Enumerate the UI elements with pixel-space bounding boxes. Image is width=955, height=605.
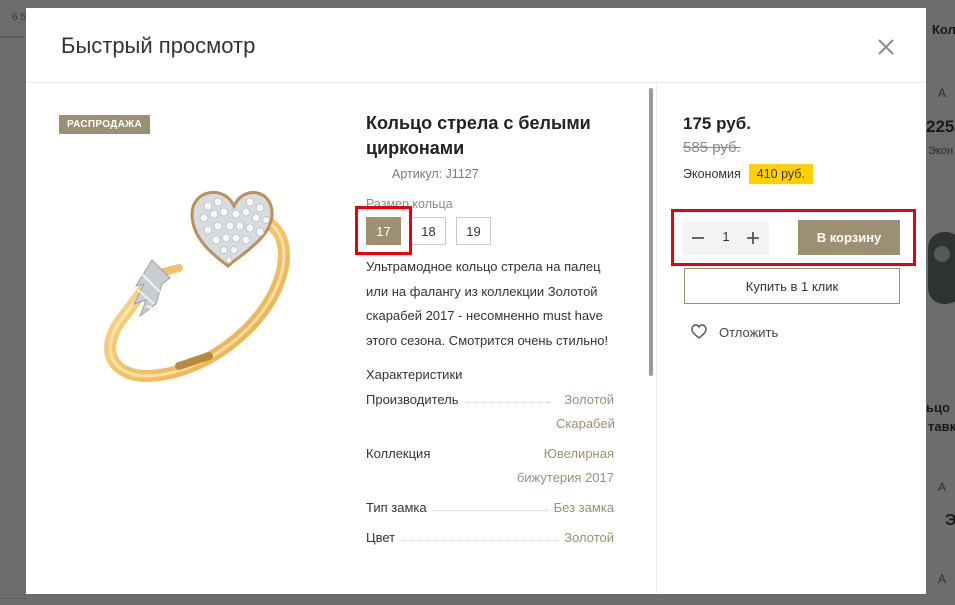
spec-dots — [432, 496, 548, 511]
savings: Экономия 410 руб. — [683, 164, 903, 184]
spec-dots — [464, 388, 550, 403]
bg-product-image — [928, 232, 955, 304]
spec-value: Без замка — [553, 500, 614, 515]
spec-row: Производитель Золотой Скарабей — [366, 388, 614, 436]
savings-label: Экономия — [683, 167, 741, 181]
bg-divider — [0, 598, 26, 599]
modal-title: Быстрый просмотр — [61, 33, 256, 58]
bg-text-8: Э — [945, 512, 955, 529]
buy-one-click-button[interactable]: Купить в 1 клик — [684, 268, 900, 304]
spec-name: Тип замка — [366, 500, 427, 515]
modal-header: Быстрый просмотр — [26, 8, 926, 83]
product-info: Кольцо стрела с белыми цирконами Артикул… — [366, 111, 614, 566]
bg-text-2: А — [938, 86, 947, 100]
spec-value: Золотой — [564, 530, 614, 545]
spec-row: Коллекция Ювелирная бижутерия 2017 — [366, 442, 614, 490]
product-title: Кольцо стрела с белыми цирконами — [366, 113, 591, 158]
bg-text-1: Кольцо с б — [932, 22, 955, 37]
column-divider — [656, 83, 657, 594]
size-highlight-box — [355, 206, 412, 255]
wishlist-link[interactable]: Отложить — [691, 324, 778, 340]
old-price: 585 руб. — [683, 139, 741, 156]
spec-dots — [401, 526, 559, 541]
bg-text-7: А — [938, 480, 947, 494]
spec-value: Золотой Скарабей — [556, 392, 614, 431]
product-image[interactable] — [84, 176, 344, 396]
specs-title: Характеристики — [366, 367, 463, 382]
spec-row: Цвет Золотой — [366, 526, 614, 550]
cart-highlight-box — [671, 209, 916, 266]
product-description: Ультрамодное кольцо стрела на палец или … — [366, 259, 609, 348]
savings-badge: 410 руб. — [748, 164, 813, 184]
spec-value: Ювелирная бижутерия 2017 — [516, 446, 614, 485]
bg-text-3: 225 — [926, 117, 955, 136]
bg-text-4: Экон — [928, 145, 954, 157]
size-option-18[interactable]: 18 — [411, 217, 446, 245]
close-icon[interactable] — [874, 35, 898, 59]
spec-name: Коллекция — [366, 446, 431, 461]
spec-name: Производитель — [366, 392, 459, 407]
bg-label: 6 5 — [12, 12, 26, 23]
bg-text-6: тавк — [928, 419, 955, 434]
bg-text-9: А — [938, 572, 947, 586]
heart-icon — [691, 324, 707, 339]
spec-row: Тип замка Без замка — [366, 496, 614, 520]
bg-divider — [0, 36, 26, 38]
quick-view-modal: Быстрый просмотр РАСПРОДАЖА Кольцо стрел… — [26, 8, 926, 594]
product-sku: Артикул: J1127 — [392, 167, 479, 181]
spec-name: Цвет — [366, 530, 396, 545]
bg-text-5: ьцо — [926, 400, 950, 415]
size-option-19[interactable]: 19 — [456, 217, 491, 245]
current-price: 175 руб. — [683, 114, 751, 133]
price-block: 175 руб. 585 руб. Экономия 410 руб. — [683, 114, 903, 184]
wishlist-label: Отложить — [719, 324, 779, 340]
scrollbar[interactable] — [649, 88, 653, 376]
sale-badge: РАСПРОДАЖА — [59, 115, 150, 134]
